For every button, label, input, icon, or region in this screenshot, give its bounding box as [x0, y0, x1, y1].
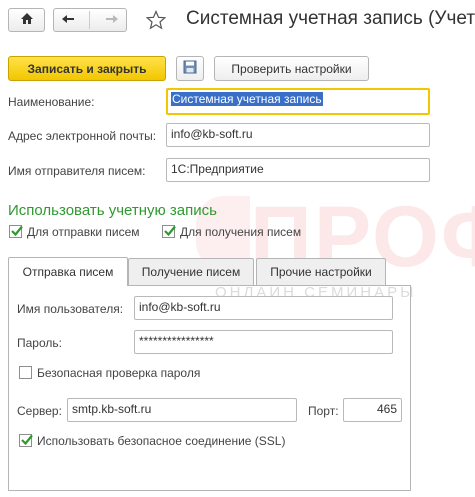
use-account-title: Использовать учетную запись: [8, 202, 217, 219]
password-field[interactable]: ****************: [134, 330, 393, 354]
floppy-disk-icon: [183, 60, 197, 77]
arrow-right-icon[interactable]: [105, 13, 119, 27]
sender-name-label: Имя отправителя писем:: [8, 164, 146, 178]
port-field[interactable]: 465: [343, 398, 402, 422]
tab-receiving[interactable]: Получение писем: [128, 258, 254, 285]
port-label: Порт:: [308, 404, 339, 418]
ssl-label[interactable]: Использовать безопасное соединение (SSL): [37, 434, 285, 448]
send-label[interactable]: Для отправки писем: [27, 225, 140, 239]
tab-other-settings[interactable]: Прочие настройки: [256, 258, 386, 285]
name-field[interactable]: Системная учетная запись: [166, 88, 430, 115]
home-icon: [20, 12, 34, 28]
send-checkbox[interactable]: [9, 225, 23, 238]
secure-password-checkbox[interactable]: [19, 366, 32, 379]
arrow-left-icon[interactable]: [61, 13, 75, 27]
email-field[interactable]: info@kb-soft.ru: [166, 123, 430, 147]
star-icon[interactable]: [145, 9, 167, 33]
save-and-close-button[interactable]: Записать и закрыть: [8, 56, 166, 81]
home-button[interactable]: [8, 8, 45, 32]
checkmark-icon: [21, 434, 33, 446]
receive-label[interactable]: Для получения писем: [180, 225, 301, 239]
ssl-checkbox[interactable]: [19, 434, 33, 447]
server-field[interactable]: smtp.kb-soft.ru: [67, 398, 297, 422]
name-value: Системная учетная запись: [171, 92, 323, 106]
password-label: Пароль:: [17, 336, 62, 350]
receive-checkbox[interactable]: [162, 225, 176, 238]
check-settings-button[interactable]: Проверить настройки: [214, 56, 369, 81]
name-label: Наименование:: [8, 95, 95, 109]
secure-password-label[interactable]: Безопасная проверка пароля: [37, 366, 200, 380]
page-title: Системная учетная запись (Учетн: [186, 8, 475, 29]
history-nav: [53, 8, 127, 32]
tab-sending[interactable]: Отправка писем: [8, 257, 128, 286]
user-name-label: Имя пользователя:: [17, 302, 124, 316]
user-name-field[interactable]: info@kb-soft.ru: [134, 296, 393, 320]
sender-name-field[interactable]: 1С:Предприятие: [166, 158, 430, 182]
checkmark-icon: [11, 225, 23, 237]
checkmark-icon: [164, 225, 176, 237]
server-label: Сервер:: [17, 404, 62, 418]
email-label: Адрес электронной почты:: [8, 129, 157, 143]
save-button[interactable]: [176, 56, 204, 81]
